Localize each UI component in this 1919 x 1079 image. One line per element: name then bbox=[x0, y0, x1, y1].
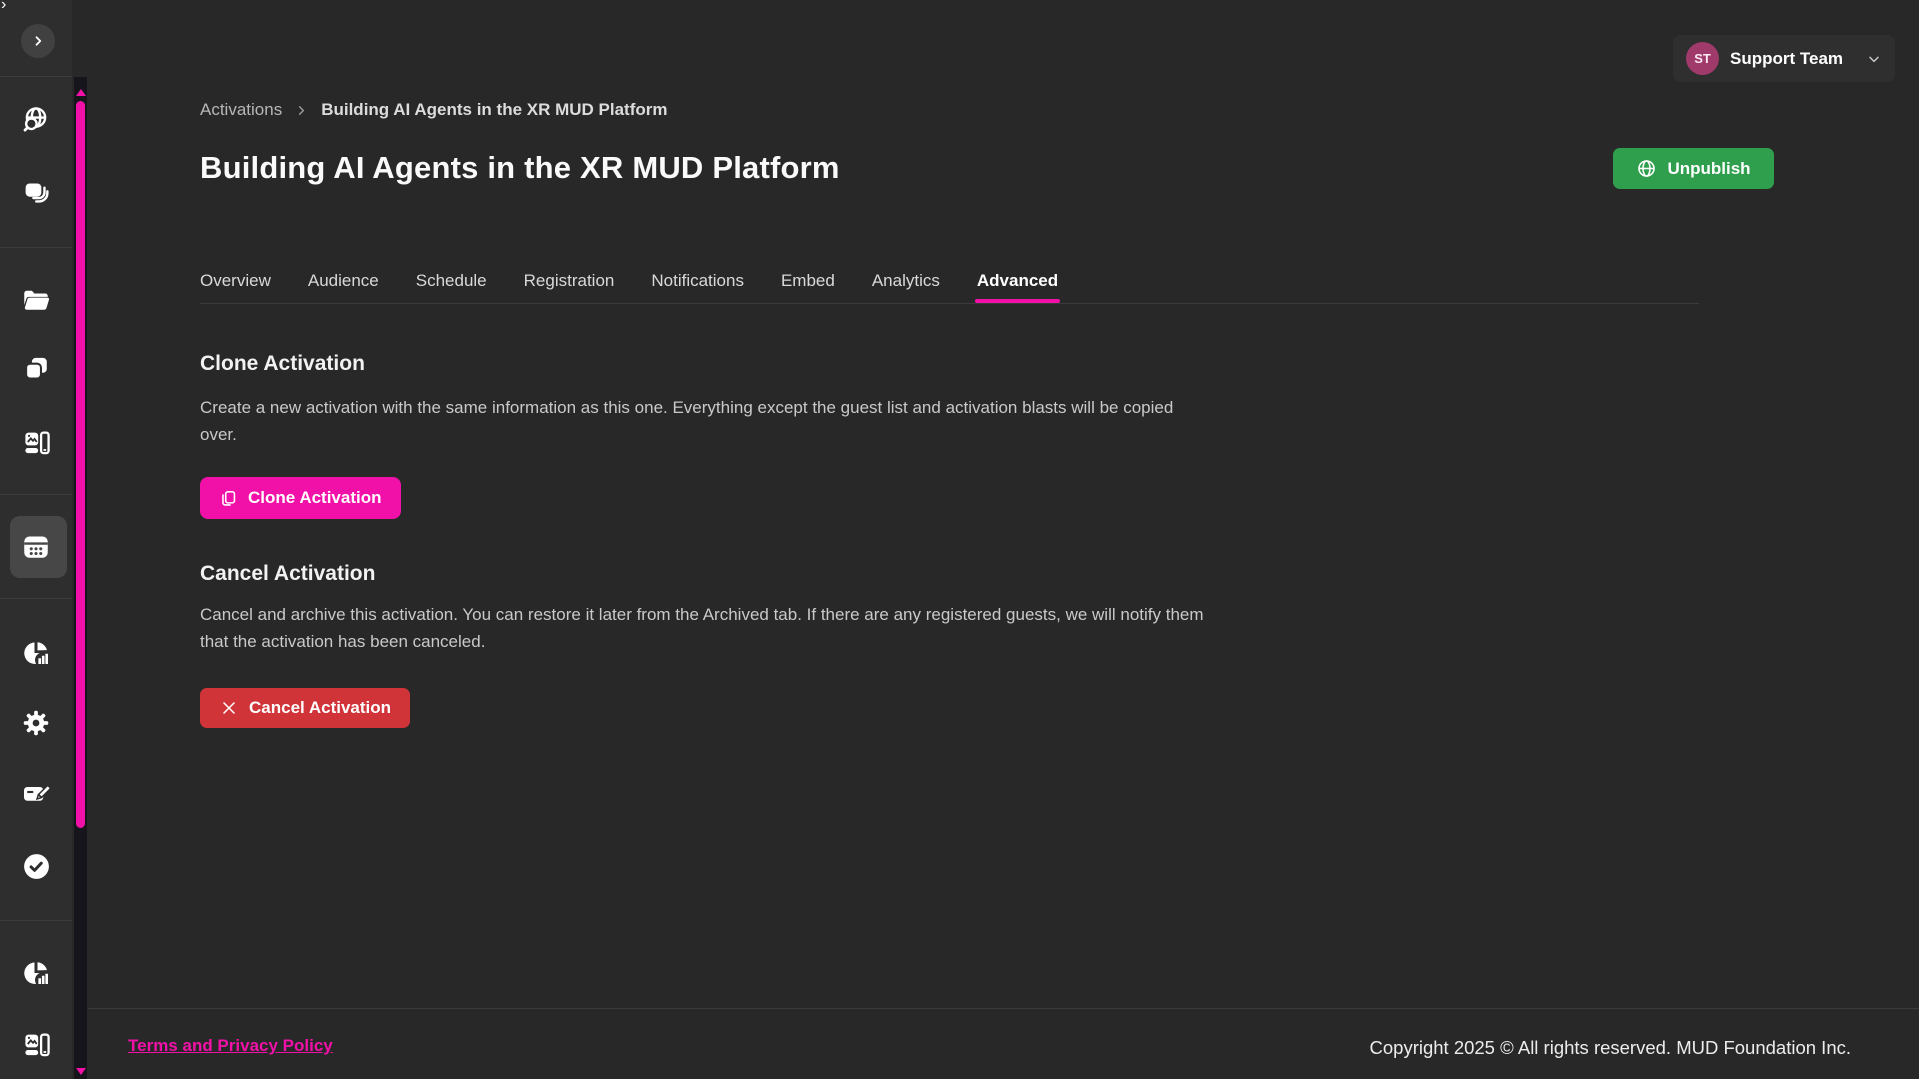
corner-chevron-icon: › bbox=[1, 0, 6, 14]
sidebar-divider bbox=[0, 494, 72, 495]
tab-notifications[interactable]: Notifications bbox=[651, 258, 744, 303]
tab-analytics[interactable]: Analytics bbox=[872, 258, 940, 303]
globe-search-icon bbox=[21, 105, 51, 135]
sidebar-item-billing[interactable] bbox=[0, 779, 72, 809]
pie-analytics-icon bbox=[21, 958, 51, 988]
sidebar-item-templates[interactable] bbox=[0, 354, 72, 383]
unpublish-button[interactable]: Unpublish bbox=[1613, 148, 1774, 189]
calendar-icon bbox=[21, 532, 51, 562]
breadcrumb-current: Building AI Agents in the XR MUD Platfor… bbox=[321, 100, 667, 120]
terms-privacy-link[interactable]: Terms and Privacy Policy bbox=[128, 1036, 333, 1056]
check-circle-icon bbox=[21, 851, 52, 882]
sidebar-item-files[interactable] bbox=[0, 285, 72, 315]
cancel-button-label: Cancel Activation bbox=[249, 698, 391, 718]
sidebar-item-discover[interactable] bbox=[0, 105, 72, 135]
cancel-activation-button[interactable]: Cancel Activation bbox=[200, 688, 410, 728]
card-edit-icon bbox=[21, 779, 51, 809]
account-name: Support Team bbox=[1730, 49, 1843, 69]
sidebar-divider bbox=[0, 598, 72, 599]
tab-schedule[interactable]: Schedule bbox=[416, 258, 487, 303]
sidebar-item-devices[interactable] bbox=[0, 1030, 72, 1059]
breadcrumb: Activations Building AI Agents in the XR… bbox=[200, 100, 668, 120]
sidebar-item-blasts[interactable] bbox=[0, 178, 72, 207]
sidebar: › bbox=[0, 0, 72, 1079]
account-menu[interactable]: ST Support Team bbox=[1673, 35, 1895, 82]
clone-section-heading: Clone Activation bbox=[200, 352, 365, 376]
footer-divider bbox=[88, 1008, 1919, 1009]
clone-activation-button[interactable]: Clone Activation bbox=[200, 477, 401, 519]
unpublish-label: Unpublish bbox=[1667, 159, 1750, 179]
tab-bar: Overview Audience Schedule Registration … bbox=[200, 258, 1058, 303]
close-icon bbox=[219, 698, 239, 718]
tab-registration[interactable]: Registration bbox=[524, 258, 615, 303]
sidebar-item-reports[interactable] bbox=[0, 958, 72, 988]
chevron-right-icon bbox=[29, 32, 47, 50]
globe-icon bbox=[1636, 158, 1657, 179]
sidebar-item-activations-active[interactable] bbox=[0, 532, 72, 562]
sidebar-item-settings[interactable] bbox=[0, 708, 72, 738]
pie-analytics-icon bbox=[21, 638, 51, 668]
scrollbar-down-arrow[interactable] bbox=[76, 1068, 86, 1075]
copy-icon bbox=[219, 489, 238, 508]
folder-open-icon bbox=[21, 285, 51, 315]
sidebar-item-analytics[interactable] bbox=[0, 638, 72, 668]
scrollbar-track[interactable] bbox=[74, 77, 87, 1079]
tab-audience[interactable]: Audience bbox=[308, 258, 379, 303]
clone-section-description: Create a new activation with the same in… bbox=[200, 394, 1208, 448]
copy-pages-icon bbox=[22, 354, 51, 383]
clone-button-label: Clone Activation bbox=[248, 488, 382, 508]
tab-bar-divider bbox=[200, 303, 1699, 304]
scrollbar-up-arrow[interactable] bbox=[76, 89, 86, 96]
sidebar-divider bbox=[0, 920, 72, 921]
chevron-down-icon bbox=[1866, 51, 1882, 67]
tab-embed[interactable]: Embed bbox=[781, 258, 835, 303]
breadcrumb-parent[interactable]: Activations bbox=[200, 100, 282, 120]
avatar: ST bbox=[1686, 42, 1719, 75]
page-title: Building AI Agents in the XR MUD Platfor… bbox=[200, 150, 840, 186]
tab-advanced[interactable]: Advanced bbox=[977, 258, 1058, 303]
sidebar-divider bbox=[0, 76, 72, 77]
sidebar-collapse-button[interactable] bbox=[21, 24, 55, 58]
card-stack-icon bbox=[22, 178, 51, 207]
app-window: › bbox=[0, 0, 1919, 1079]
sidebar-divider bbox=[0, 247, 72, 248]
tab-overview[interactable]: Overview bbox=[200, 258, 271, 303]
sidebar-item-layouts[interactable] bbox=[0, 428, 72, 457]
copyright-text: Copyright 2025 © All rights reserved. MU… bbox=[1370, 1037, 1852, 1059]
sidebar-item-approvals[interactable] bbox=[0, 851, 72, 882]
media-kanban-icon bbox=[22, 1030, 51, 1059]
gear-icon bbox=[21, 708, 51, 738]
scrollbar-thumb[interactable] bbox=[76, 101, 85, 828]
breadcrumb-chevron-icon bbox=[294, 103, 309, 118]
cancel-section-description: Cancel and archive this activation. You … bbox=[200, 601, 1208, 655]
media-kanban-icon bbox=[22, 428, 51, 457]
cancel-section-heading: Cancel Activation bbox=[200, 562, 375, 586]
